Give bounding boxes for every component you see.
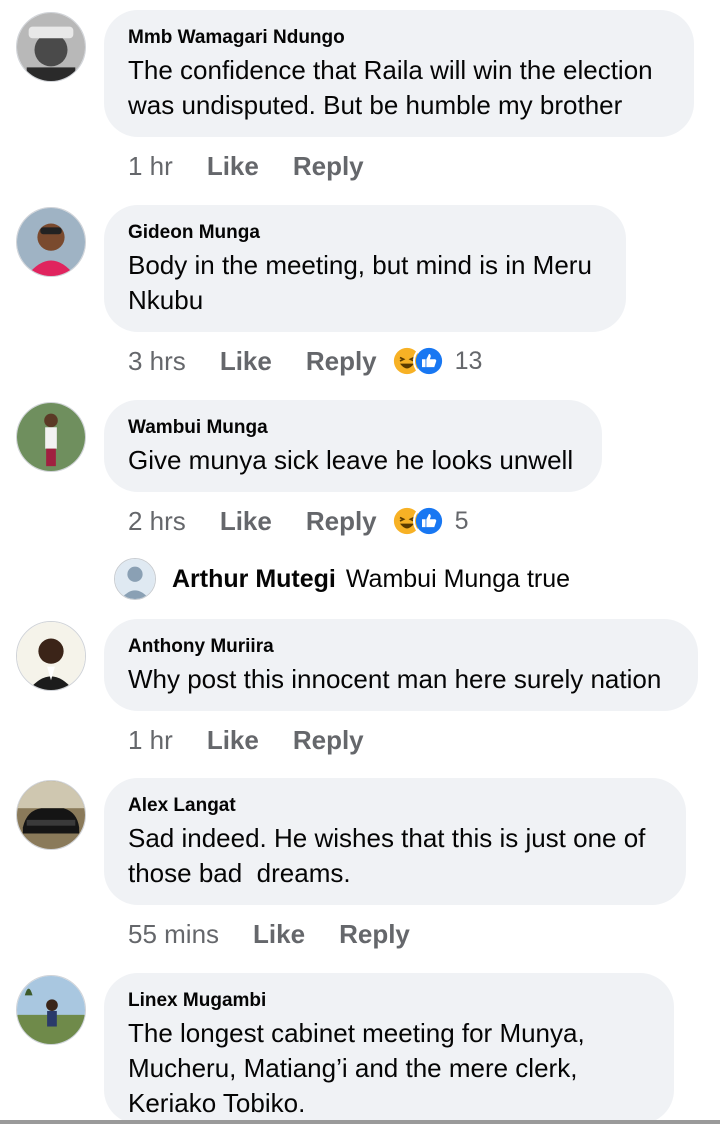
comment-actions: 1 hr Like Reply	[128, 722, 364, 758]
comment-author[interactable]: Anthony Muriira	[128, 636, 674, 658]
reply-button[interactable]: Reply	[306, 506, 377, 537]
comment-bubble: Anthony Muriira Why post this innocent m…	[104, 619, 698, 711]
comment-text: Body in the meeting, but mind is in Meru…	[128, 250, 592, 315]
reaction-count: 5	[454, 506, 469, 535]
reply-button[interactable]: Reply	[293, 725, 364, 756]
like-button[interactable]: Like	[253, 919, 305, 950]
comment-time[interactable]: 1 hr	[128, 725, 173, 756]
like-reaction-icon	[412, 505, 445, 537]
like-button[interactable]: Like	[207, 151, 259, 182]
reply-author[interactable]: Arthur Mutegi	[172, 565, 336, 594]
like-button[interactable]: Like	[207, 725, 259, 756]
comment-text: Sad indeed. He wishes that this is just …	[128, 823, 646, 888]
avatar[interactable]	[114, 558, 156, 600]
reply-button[interactable]: Reply	[339, 919, 410, 950]
avatar[interactable]	[16, 12, 86, 82]
avatar[interactable]	[16, 207, 86, 277]
comment-bubble: Gideon Munga Body in the meeting, but mi…	[104, 205, 626, 332]
reaction-count: 13	[454, 346, 483, 375]
comment-author[interactable]: Linex Mugambi	[128, 990, 650, 1012]
reply-button[interactable]: Reply	[293, 151, 364, 182]
comment-bubble: Alex Langat Sad indeed. He wishes that t…	[104, 778, 686, 905]
comment-time[interactable]: 55 mins	[128, 919, 219, 950]
comment-actions: 55 mins Like Reply	[128, 916, 410, 952]
reply-button[interactable]: Reply	[306, 346, 377, 377]
comment-bubble: Linex Mugambi The longest cabinet meetin…	[104, 973, 674, 1124]
comment-bubble: Wambui Munga Give munya sick leave he lo…	[104, 400, 602, 492]
comment-bubble: Mmb Wamagari Ndungo The confidence that …	[104, 10, 694, 137]
comment-text: Give munya sick leave he looks unwell	[128, 445, 574, 475]
comment-text: Why post this innocent man here surely n…	[128, 664, 662, 694]
comment-time[interactable]: 1 hr	[128, 151, 173, 182]
comment-author[interactable]: Mmb Wamagari Ndungo	[128, 27, 670, 49]
reply-preview[interactable]: Arthur Mutegi Wambui Munga true	[114, 554, 570, 604]
comment-actions: 2 hrs Like Reply 5	[128, 503, 469, 539]
comment-time[interactable]: 3 hrs	[128, 346, 186, 377]
comment-author[interactable]: Alex Langat	[128, 795, 662, 817]
like-button[interactable]: Like	[220, 346, 272, 377]
comment-actions: 1 hr Like Reply	[128, 148, 364, 184]
comment-actions: 3 hrs Like Reply 13	[128, 343, 482, 379]
like-reaction-icon	[412, 345, 445, 377]
avatar[interactable]	[16, 780, 86, 850]
reply-text: Wambui Munga true	[345, 564, 571, 593]
comment-author[interactable]: Wambui Munga	[128, 417, 578, 439]
avatar[interactable]	[16, 975, 86, 1045]
avatar[interactable]	[16, 402, 86, 472]
comment-author[interactable]: Gideon Munga	[128, 222, 602, 244]
like-button[interactable]: Like	[220, 506, 272, 537]
comment-text: The longest cabinet meeting for Munya, M…	[128, 1018, 585, 1118]
reactions-summary[interactable]: 13	[390, 345, 483, 377]
comments-feed: Mmb Wamagari Ndungo The confidence that …	[0, 0, 720, 1124]
reactions-summary[interactable]: 5	[390, 505, 469, 537]
screen-divider	[0, 1120, 720, 1124]
avatar[interactable]	[16, 621, 86, 691]
comment-time[interactable]: 2 hrs	[128, 506, 186, 537]
comment-text: The confidence that Raila will win the e…	[128, 55, 653, 120]
